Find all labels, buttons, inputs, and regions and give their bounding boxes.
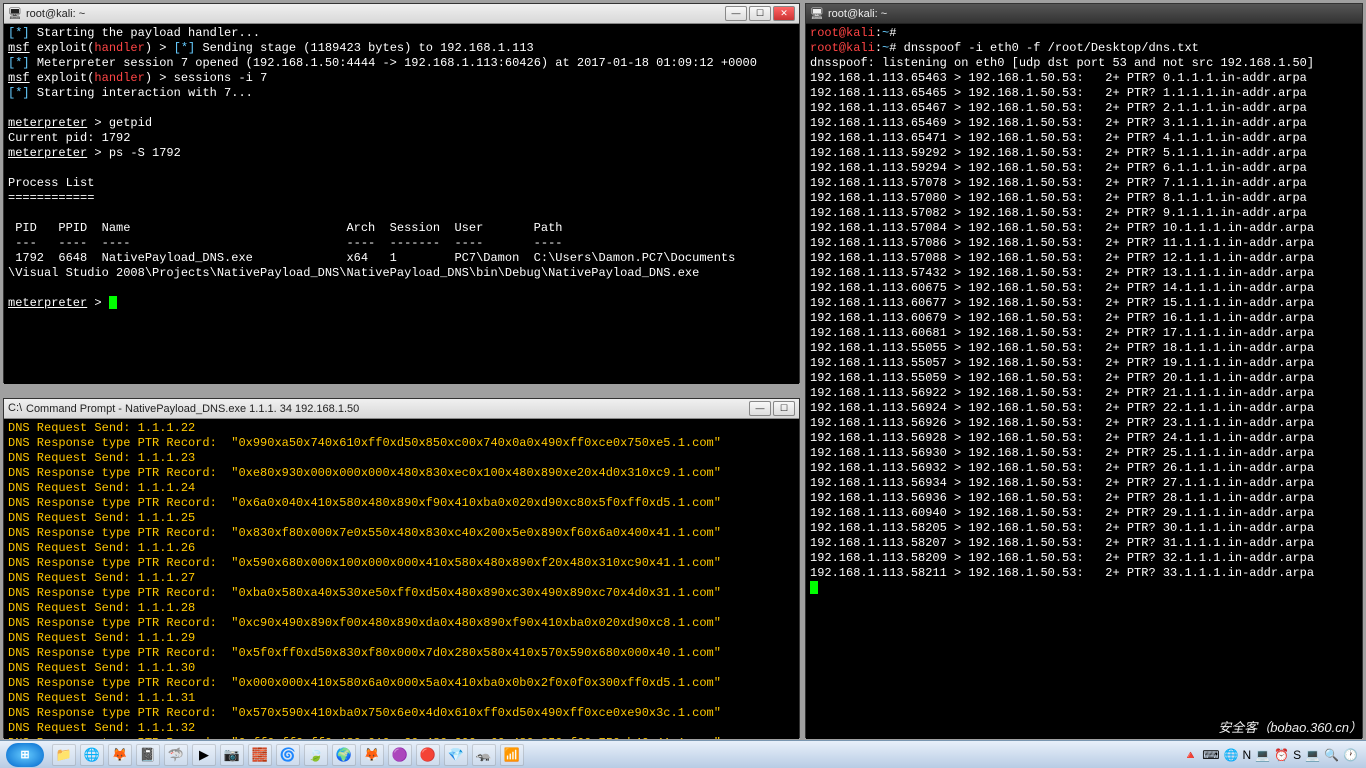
terminal-icon: 🖥 bbox=[8, 7, 22, 21]
system-tray[interactable]: 🔺⌨🌐N💻⏰S💻🔍🕐 bbox=[1183, 748, 1366, 762]
tray-icon[interactable]: ⌨ bbox=[1202, 748, 1219, 762]
taskbar-app-icon[interactable]: 📷 bbox=[220, 744, 244, 766]
taskbar[interactable]: ⊞ 📁🌐🦊📓🦈▶📷🧱🌀🍃🌍🦊🟣🔴💎🦡📶 🔺⌨🌐N💻⏰S💻🔍🕐 bbox=[0, 740, 1366, 768]
taskbar-app-icon[interactable]: 🌐 bbox=[80, 744, 104, 766]
taskbar-app-icon[interactable]: ▶ bbox=[192, 744, 216, 766]
tray-icon[interactable]: 🕐 bbox=[1343, 748, 1358, 762]
tray-icon[interactable]: 💻 bbox=[1305, 748, 1320, 762]
taskbar-app-icon[interactable]: 🦈 bbox=[164, 744, 188, 766]
taskbar-app-icon[interactable]: 🍃 bbox=[304, 744, 328, 766]
taskbar-app-icon[interactable]: 🦊 bbox=[360, 744, 384, 766]
window-title: root@kali: ~ bbox=[828, 8, 1358, 20]
watermark-text: 安全客（bobao.360.cn） bbox=[1218, 717, 1362, 736]
terminal-output[interactable]: DNS Request Send: 1.1.1.22 DNS Response … bbox=[4, 419, 799, 739]
maximize-button[interactable]: ☐ bbox=[773, 401, 795, 416]
start-button[interactable]: ⊞ bbox=[6, 743, 44, 767]
taskbar-app-icon[interactable]: 🌀 bbox=[276, 744, 300, 766]
taskbar-app-icon[interactable]: 💎 bbox=[444, 744, 468, 766]
terminal-output[interactable]: root@kali:~# root@kali:~# dnsspoof -i et… bbox=[806, 24, 1362, 739]
kali-dnsspoof-window[interactable]: 🖥 root@kali: ~ root@kali:~# root@kali:~#… bbox=[805, 3, 1363, 738]
taskbar-app-icon[interactable]: 🦡 bbox=[472, 744, 496, 766]
taskbar-app-icon[interactable]: 🌍 bbox=[332, 744, 356, 766]
terminal-icon: 🖥 bbox=[810, 7, 824, 21]
tray-icon[interactable]: ⏰ bbox=[1274, 748, 1289, 762]
taskbar-app-icon[interactable]: 📶 bbox=[500, 744, 524, 766]
minimize-button[interactable]: — bbox=[725, 6, 747, 21]
taskbar-app-icon[interactable]: 🔴 bbox=[416, 744, 440, 766]
titlebar[interactable]: 🖥 root@kali: ~ bbox=[806, 4, 1362, 24]
tray-icon[interactable]: N bbox=[1243, 748, 1252, 762]
titlebar[interactable]: 🖥 root@kali: ~ — ☐ ✕ bbox=[4, 4, 799, 24]
taskbar-app-icon[interactable]: 📁 bbox=[52, 744, 76, 766]
tray-icon[interactable]: 🔍 bbox=[1324, 748, 1339, 762]
tray-icon[interactable]: 🌐 bbox=[1224, 748, 1239, 762]
maximize-button[interactable]: ☐ bbox=[749, 6, 771, 21]
tray-icon[interactable]: 🔺 bbox=[1183, 748, 1198, 762]
tray-icon[interactable]: S bbox=[1293, 748, 1301, 762]
terminal-output[interactable]: [*] Starting the payload handler... msf … bbox=[4, 24, 799, 384]
close-button[interactable]: ✕ bbox=[773, 6, 795, 21]
cmd-window[interactable]: C:\ Command Prompt - NativePayload_DNS.e… bbox=[3, 398, 800, 738]
minimize-button[interactable]: — bbox=[749, 401, 771, 416]
taskbar-app-icon[interactable]: 📓 bbox=[136, 744, 160, 766]
window-title: root@kali: ~ bbox=[26, 8, 725, 20]
cmd-icon: C:\ bbox=[8, 402, 22, 416]
taskbar-app-icon[interactable]: 🧱 bbox=[248, 744, 272, 766]
kali-metasploit-window[interactable]: 🖥 root@kali: ~ — ☐ ✕ [*] Starting the pa… bbox=[3, 3, 800, 383]
tray-icon[interactable]: 💻 bbox=[1255, 748, 1270, 762]
window-title: Command Prompt - NativePayload_DNS.exe 1… bbox=[26, 403, 749, 415]
taskbar-app-icon[interactable]: 🟣 bbox=[388, 744, 412, 766]
taskbar-app-icon[interactable]: 🦊 bbox=[108, 744, 132, 766]
titlebar[interactable]: C:\ Command Prompt - NativePayload_DNS.e… bbox=[4, 399, 799, 419]
